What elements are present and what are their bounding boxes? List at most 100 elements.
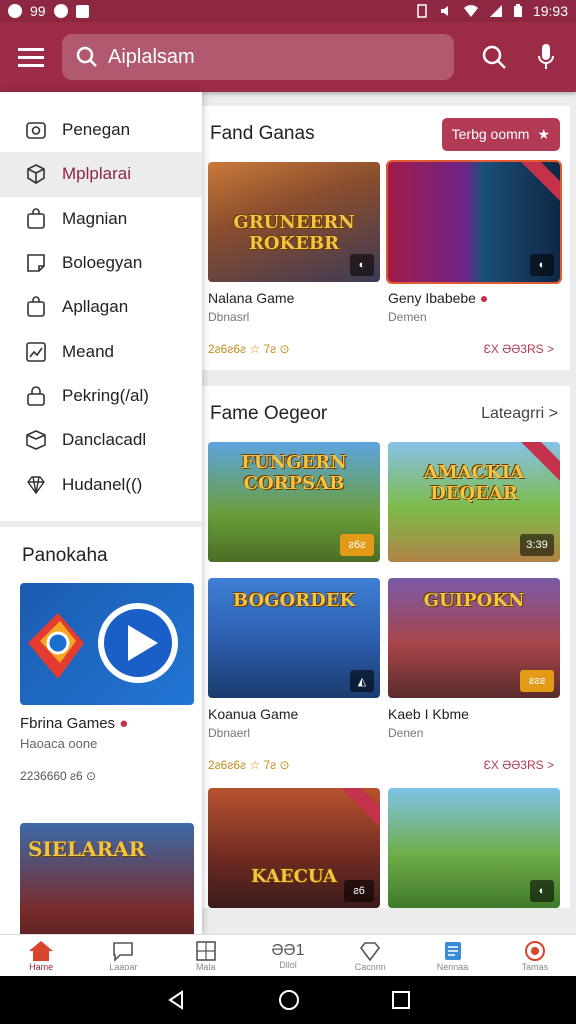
game-price[interactable]: ƐX ƏƏ3RS > xyxy=(388,758,560,772)
game-card[interactable]: ◐ xyxy=(388,788,560,908)
game-thumbnail: ◐ xyxy=(388,788,560,908)
menu-item-label: Magnian xyxy=(62,208,128,228)
hamburger-icon xyxy=(18,48,44,67)
game-card[interactable]: FUNGERN CORPSAB ƨ6ƨ xyxy=(208,442,380,562)
menu-item-label: Mplplarai xyxy=(62,164,131,184)
game-developer: Dbnasrl xyxy=(208,310,250,324)
controller-icon: ◐ xyxy=(530,254,554,276)
nav-grid[interactable]: Mala xyxy=(171,936,241,976)
menu-item-label: Meand xyxy=(62,341,114,361)
notification-icon xyxy=(75,4,89,18)
chat-icon xyxy=(113,941,134,962)
menu-item[interactable]: Magnian xyxy=(0,197,202,241)
game-title: Geny Ibabebe ● xyxy=(388,290,489,306)
main-content: Fand Ganas Terbg oomm ★ GRUNEERN ROKEBR … xyxy=(202,92,576,934)
game-title: Nalana Game xyxy=(208,290,295,306)
filter-chip[interactable]: Terbg oomm ★ xyxy=(441,117,560,151)
menu-item[interactable]: Penegan xyxy=(0,108,202,152)
menu-item[interactable]: Apllagan xyxy=(0,285,202,329)
chip-label: Terbg oomm xyxy=(451,126,530,142)
verified-icon: ● xyxy=(119,714,129,732)
clock: 19:93 xyxy=(532,3,568,19)
signal-icon xyxy=(489,5,502,17)
game-logo: GUIPOKN xyxy=(423,590,525,611)
nav-label: Hame xyxy=(29,961,54,972)
menu-item-label: Danclacadl xyxy=(62,430,147,450)
search-icon xyxy=(76,46,97,67)
nav-chat[interactable]: Laaoar xyxy=(88,936,158,976)
lock-icon xyxy=(27,386,45,406)
bag-icon xyxy=(27,296,45,318)
wifi-icon xyxy=(463,5,478,17)
game-price[interactable]: ƐX ƏƏ3RS > xyxy=(388,342,560,356)
recents-icon[interactable] xyxy=(392,991,410,1009)
game-thumbnail: KAECUA ƨ6 xyxy=(208,788,380,908)
game-meta: 2ƨ6ƨ6ƨ ☆ 7ƨ ⊙ xyxy=(208,758,290,772)
target-icon xyxy=(524,940,545,961)
menu-item[interactable]: Boloegyan xyxy=(0,241,202,285)
popular-panel: Fame Oegeor Lateagrri > FUNGERN CORPSAB … xyxy=(202,386,570,908)
new-ribbon xyxy=(339,788,380,830)
game-badge: ƨ6ƨ xyxy=(340,534,374,556)
app-bar: Aiplalsam xyxy=(0,22,576,92)
game-meta: 2ƨ6ƨ6ƨ ☆ 7ƨ ⊙ xyxy=(208,342,290,356)
bottom-navigation: Hame Laaoar Mala ƏƏ1 Dllol Cacnnn Nennaa… xyxy=(0,934,576,976)
new-ribbon xyxy=(519,162,560,204)
menu-button[interactable] xyxy=(0,22,62,92)
menu-item-active[interactable]: Mplplarai xyxy=(0,152,202,197)
home-icon xyxy=(29,940,54,961)
menu-item-label: Penegan xyxy=(62,120,131,140)
controller-icon: ◐ xyxy=(530,880,554,902)
search-input[interactable]: Aiplalsam xyxy=(62,34,454,80)
promo-title: Fbrina Games ● xyxy=(20,714,129,732)
menu-item[interactable]: Pekring(/al) xyxy=(0,374,202,418)
menu-item-label: Apllagan xyxy=(62,297,129,317)
game-developer: Demen xyxy=(388,310,427,324)
game-card[interactable]: GUIPOKN ƨƨƨ Kaeb I Kbme Denen ƐX ƏƏ3RS > xyxy=(388,578,560,772)
search-icon xyxy=(482,45,506,69)
see-all-link[interactable]: Lateagrri > xyxy=(481,405,558,423)
search-button[interactable] xyxy=(468,22,520,92)
nav-document[interactable]: Nennaa xyxy=(418,936,488,976)
sticky-note-icon xyxy=(27,254,45,272)
home-circle-icon[interactable] xyxy=(278,989,300,1011)
nav-diamond[interactable]: Cacnnn xyxy=(335,936,405,976)
nav-numbers[interactable]: ƏƏ1 Dllol xyxy=(253,936,323,976)
vibrate-icon xyxy=(417,4,427,18)
mute-icon xyxy=(440,6,448,16)
menu-item[interactable]: Meand xyxy=(0,329,202,373)
game-card[interactable]: BOGORDEK ◭ Koanua Game Dbnaerl 2ƨ6ƨ6ƨ ☆ … xyxy=(208,578,380,772)
diamond-icon xyxy=(360,941,381,961)
app-logo-icon xyxy=(28,602,178,683)
menu-item-label: Hudanel(() xyxy=(62,474,143,494)
grid-icon xyxy=(195,940,216,961)
menu-item-label: Pekring(/al) xyxy=(62,385,149,405)
shield-icon xyxy=(53,4,68,18)
box-icon xyxy=(26,430,46,451)
game-logo: GRUNEERN ROKEBR xyxy=(233,212,355,254)
menu-item[interactable]: Hudanel(() xyxy=(0,462,202,506)
diamond-icon xyxy=(27,475,45,494)
back-icon[interactable] xyxy=(166,990,186,1010)
game-badge: 3:39 xyxy=(520,534,554,556)
game-card[interactable]: GRUNEERN ROKEBR ◐ Nalana Game Dbnasrl 2ƨ… xyxy=(208,162,380,356)
game-card[interactable]: AMACKIA DEQEAR 3:39 xyxy=(388,442,560,562)
nav-label: Dllol xyxy=(279,959,297,970)
voice-search-button[interactable] xyxy=(520,22,572,92)
battery-icon xyxy=(513,4,522,17)
promo-card-image[interactable] xyxy=(20,582,194,705)
controller-icon: ◭ xyxy=(350,670,374,692)
controller-icon: ◐ xyxy=(350,254,374,276)
menu-item[interactable]: Danclacadl xyxy=(0,418,202,462)
game-card[interactable]: KAECUA ƨ6 xyxy=(208,788,380,908)
nav-home[interactable]: Hame xyxy=(6,936,76,976)
star-icon: ★ xyxy=(537,125,550,142)
promo-card-image[interactable]: SIELARAR ƨ6 xyxy=(20,822,194,934)
game-logo: FUNGERN CORPSAB xyxy=(241,452,347,494)
game-card[interactable]: ◐ Geny Ibabebe ● Demen ƐX ƏƏ3RS > xyxy=(386,160,562,356)
game-thumbnail: AMACKIA DEQEAR 3:39 xyxy=(388,442,560,562)
nav-label: Cacnnn xyxy=(354,961,386,972)
nav-target[interactable]: Tamas xyxy=(500,936,570,976)
game-title: Kaeb I Kbme xyxy=(388,706,469,722)
game-developer: Denen xyxy=(388,726,424,740)
